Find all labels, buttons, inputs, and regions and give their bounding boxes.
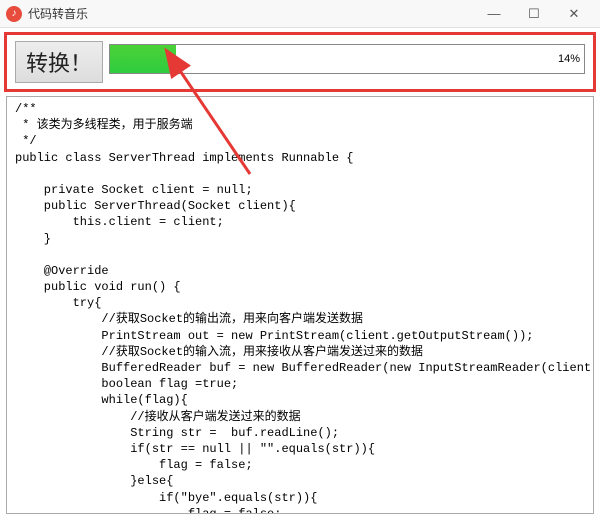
code-content: /** * 该类为多线程类，用于服务端 */ public class Serv… (15, 101, 585, 514)
window-title: 代码转音乐 (28, 5, 474, 22)
window-controls: — ☐ ✕ (474, 0, 594, 28)
progress-bar-container: 14% (109, 44, 585, 74)
app-icon: ♪ (6, 6, 22, 22)
code-editor-area[interactable]: /** * 该类为多线程类，用于服务端 */ public class Serv… (6, 96, 594, 514)
minimize-button[interactable]: — (474, 0, 514, 28)
window-titlebar: ♪ 代码转音乐 — ☐ ✕ (0, 0, 600, 28)
progress-bar-fill (110, 45, 176, 73)
close-button[interactable]: ✕ (554, 0, 594, 28)
convert-button[interactable]: 转换！ (15, 41, 103, 83)
toolbar-highlight-box: 转换！ 14% (4, 32, 596, 92)
progress-percent-label: 14% (558, 53, 580, 65)
maximize-button[interactable]: ☐ (514, 0, 554, 28)
